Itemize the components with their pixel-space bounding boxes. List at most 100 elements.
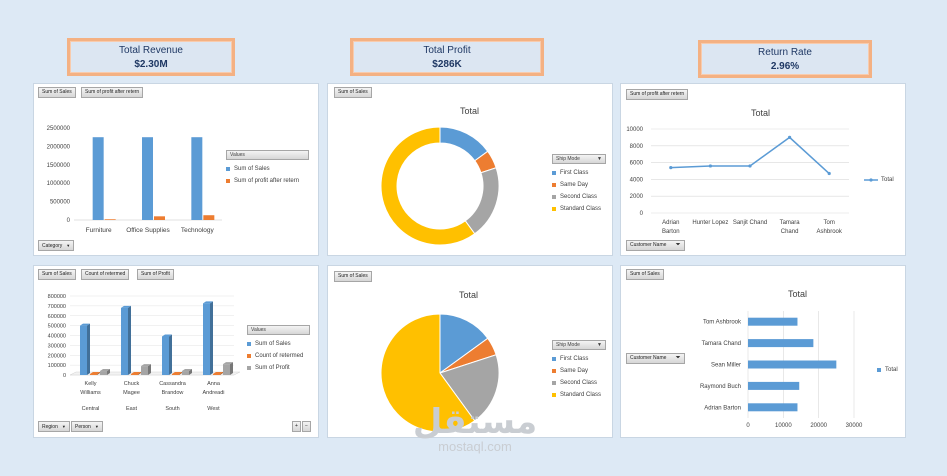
bar-total xyxy=(748,360,837,369)
bar-sales xyxy=(191,137,203,220)
data-point xyxy=(708,164,712,168)
filter-button-customer-name[interactable]: Customer Name ⏷ xyxy=(626,240,685,251)
x-tick-label: 10000 xyxy=(775,423,792,429)
dropdown-arrow-icon: ▼ xyxy=(597,342,602,348)
y-tick-label: 200000 xyxy=(48,353,66,359)
pie-slice-second-class xyxy=(464,167,500,235)
filter-button-region[interactable]: Region xyxy=(38,421,70,432)
legend-swatch xyxy=(226,179,230,183)
y-tick-label: Adrian Barton xyxy=(704,405,741,411)
bar-3d-front xyxy=(172,374,179,375)
legend-item: Sum of profit after retern xyxy=(226,178,309,184)
bar-3d-front xyxy=(223,364,230,375)
legend-swatch xyxy=(552,381,556,385)
legend-swatch xyxy=(552,195,556,199)
x-tick-label: Furniture xyxy=(86,227,112,234)
x-tick-label: Cassandra Brandow xyxy=(159,381,187,396)
y-tick-label: 500000 xyxy=(50,200,71,206)
panel-ship-mode-donut: Sum of Sales Total Ship Mode ▼ First Clas… xyxy=(327,83,613,256)
legend-header[interactable]: Values xyxy=(226,150,309,160)
y-tick-label: 1500000 xyxy=(47,163,71,169)
bar-3d-side xyxy=(87,323,90,375)
bar-3d-side xyxy=(128,305,131,375)
y-tick-label: 8000 xyxy=(630,144,644,150)
legend-item: Count of retermed xyxy=(247,353,310,359)
group-label: South xyxy=(165,406,179,412)
legend: Ship Mode ▼ First Class Same Day Second C… xyxy=(552,154,606,218)
y-tick-label: 2000000 xyxy=(47,144,71,150)
y-tick-label: 4000 xyxy=(630,177,644,183)
legend: Total xyxy=(864,177,894,189)
x-tick-label: 30000 xyxy=(846,423,863,429)
x-tick-label: Chuck Magee xyxy=(123,381,140,396)
bar-sales xyxy=(92,137,104,220)
kpi-value: 2.96% xyxy=(770,61,800,72)
legend-swatch xyxy=(552,369,556,373)
legend-swatch xyxy=(552,207,556,211)
legend-item: Same Day xyxy=(552,182,606,188)
panel-region-bar-chart: Sum of Sales Count of retermed Sum of Pr… xyxy=(33,265,319,438)
filter-button-category[interactable]: Category xyxy=(38,240,75,251)
expand-button[interactable]: + xyxy=(292,421,301,432)
kpi-return-rate: Return Rate 2.96% xyxy=(698,40,872,78)
x-tick-label: Tom Ashbrook xyxy=(817,220,843,235)
collapse-button[interactable]: − xyxy=(302,421,311,432)
legend: Values Sum of Sales Sum of profit after … xyxy=(226,150,309,190)
watermark-logo: مستقل mostaql.com xyxy=(412,403,538,454)
bar-3d-side xyxy=(169,334,172,375)
bar-3d-front xyxy=(121,307,128,375)
legend-header[interactable]: Ship Mode ▼ xyxy=(552,340,606,350)
bar-3d-front xyxy=(131,374,138,375)
legend-item: Sum of Profit xyxy=(247,365,310,371)
panel-category-chart: Sum of Sales Sum of profit after retern … xyxy=(33,83,319,256)
x-tick-label: Kelly Williams xyxy=(80,381,101,396)
legend-item: Second Class xyxy=(552,194,606,200)
legend-swatch xyxy=(247,342,251,346)
legend-item: First Class xyxy=(552,356,606,362)
filter-icon: ⏷ xyxy=(675,242,681,248)
legend-header[interactable]: Ship Mode ▼ xyxy=(552,154,606,164)
filter-button-person[interactable]: Person xyxy=(71,421,103,432)
y-tick-label: 500000 xyxy=(48,324,66,330)
y-tick-label: Tamara Chand xyxy=(702,341,741,347)
legend-header[interactable]: Values xyxy=(247,325,310,335)
bar-profit xyxy=(203,215,215,220)
series-line-total xyxy=(670,136,830,175)
bar-3d-side xyxy=(210,301,213,375)
bar-total xyxy=(748,403,798,412)
data-point xyxy=(669,166,673,170)
panel-customer-line-chart: Sum of profit after retern Total 0 2000 40… xyxy=(620,83,906,256)
y-tick-label: 2500000 xyxy=(47,126,71,132)
legend-swatch xyxy=(552,393,556,397)
legend: Ship Mode ▼ First Class Same Day Second C… xyxy=(552,340,606,404)
kpi-total-revenue: Total Revenue $2.30M xyxy=(67,38,235,76)
bar-total xyxy=(748,317,798,326)
x-tick-label: Adrian Barton xyxy=(662,220,680,235)
x-tick-label: Technology xyxy=(181,227,215,234)
bar-total xyxy=(748,381,800,390)
y-tick-label: 6000 xyxy=(630,161,644,167)
y-tick-label: Raymond Buch xyxy=(700,384,741,390)
legend-item: First Class xyxy=(552,170,606,176)
y-tick-label: 0 xyxy=(640,211,644,217)
bar-profit xyxy=(104,219,116,220)
y-tick-label: 10000 xyxy=(626,127,643,133)
legend-item: Total xyxy=(864,177,894,183)
y-tick-label: 400000 xyxy=(48,334,66,340)
legend-swatch xyxy=(552,171,556,175)
group-label: Central xyxy=(82,406,100,412)
legend: Total xyxy=(877,367,898,379)
pie-slice-first-class xyxy=(439,126,489,162)
y-tick-label: 100000 xyxy=(48,363,66,369)
data-point xyxy=(788,135,792,139)
bar-3d-front xyxy=(100,371,107,375)
bar-3d-front xyxy=(162,336,169,375)
legend-item: Standard Class xyxy=(552,392,606,398)
kpi-value: $2.30M xyxy=(134,59,168,70)
y-tick-label: 2000 xyxy=(630,194,644,200)
kpi-value: $286K xyxy=(432,59,462,70)
y-tick-label: 600000 xyxy=(48,314,66,320)
bar-3d-front xyxy=(90,374,97,375)
bar-profit xyxy=(154,216,165,220)
legend-swatch xyxy=(552,183,556,187)
